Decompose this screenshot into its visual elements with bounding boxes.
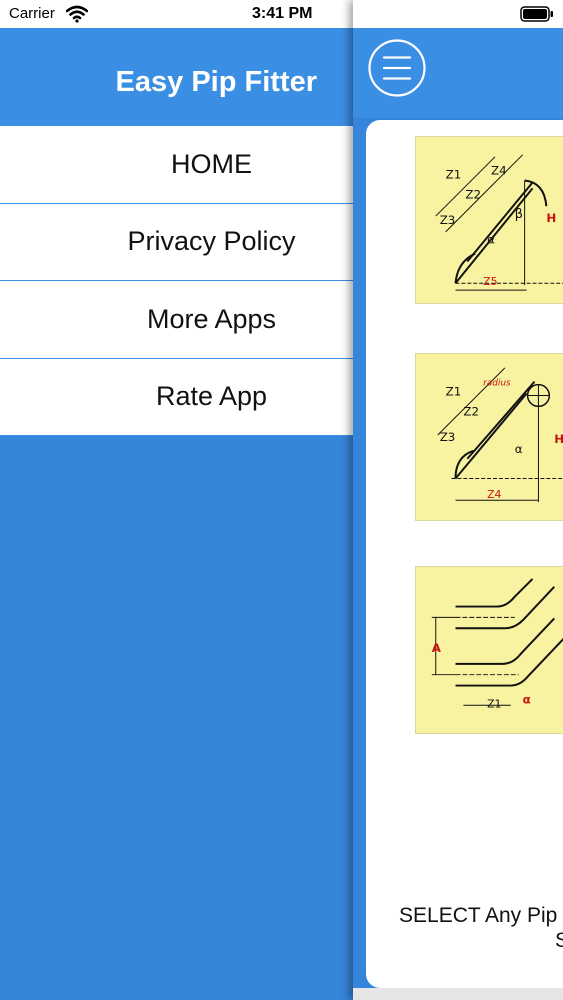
radius-offset-pipe-diagram-icon: Z1 radius Z2 Z3 α H Z4 [437, 367, 563, 503]
label-alpha: α [487, 233, 495, 247]
label-beta: β [515, 207, 523, 222]
pipe-diagram-1[interactable]: Z1 Z4 Z2 Z3 α β H Z5 [415, 136, 563, 304]
drawer-header: Easy Pip Fitter [0, 28, 353, 126]
status-time: 3:41 PM [252, 5, 313, 22]
main-nav-bar [353, 28, 563, 118]
instruction-text-continued: S [555, 929, 563, 952]
elbow-pipe-diagram-icon: A Z1 α [432, 578, 563, 710]
carrier-label: Carrier [9, 5, 55, 22]
label-h: H [554, 432, 563, 446]
label-z5: Z5 [483, 275, 497, 288]
label-z1: Z1 [446, 385, 462, 399]
label-a: A [432, 641, 442, 655]
menu-item-privacy-policy[interactable]: Privacy Policy [0, 203, 353, 281]
status-bar-right [353, 0, 563, 28]
label-z3: Z3 [440, 213, 456, 227]
label-h: H [546, 211, 556, 225]
drawer-menu: HOME Privacy Policy More Apps Rate App [0, 126, 353, 436]
menu-item-label: HOME [171, 148, 252, 179]
battery-icon [520, 6, 553, 22]
label-radius: radius [483, 379, 511, 389]
instruction-text: SELECT Any Pip [399, 904, 558, 927]
menu-item-more-apps[interactable]: More Apps [0, 281, 353, 359]
bottom-strip [353, 988, 563, 1000]
hamburger-menu-icon[interactable] [367, 38, 427, 98]
menu-item-label: Rate App [155, 381, 268, 412]
offset-pipe-diagram-icon: Z1 Z4 Z2 Z3 α β H Z5 [435, 154, 563, 291]
label-alpha: α [523, 692, 531, 706]
wifi-icon [66, 5, 88, 23]
menu-item-label: More Apps [146, 303, 277, 334]
label-z3: Z3 [440, 430, 456, 444]
menu-item-label: Privacy Policy [127, 226, 296, 257]
label-z4: Z4 [487, 488, 501, 501]
label-z1: Z1 [487, 697, 501, 710]
pipe-diagram-3[interactable]: A Z1 α [415, 566, 563, 734]
menu-item-rate-app[interactable]: Rate App [0, 358, 353, 436]
menu-item-home[interactable]: HOME [0, 126, 353, 204]
label-z2: Z2 [463, 404, 479, 418]
label-z1: Z1 [446, 168, 462, 182]
label-alpha: α [515, 442, 523, 456]
label-z2: Z2 [465, 187, 481, 201]
main-screen: Z1 Z4 Z2 Z3 α β H Z5 Z1 radius Z2 Z3 α Z… [353, 0, 563, 1000]
label-z4: Z4 [491, 164, 507, 178]
app-title: Easy Pip Fitter [115, 66, 317, 98]
side-drawer: Carrier 3:41 PM Easy Pip Fitter HOME Pri… [0, 0, 353, 1000]
status-bar-left: Carrier 3:41 PM [0, 0, 353, 28]
content-card: Z1 Z4 Z2 Z3 α β H Z5 Z1 radius Z2 Z3 α Z… [366, 120, 563, 988]
pipe-diagram-2[interactable]: Z1 radius Z2 Z3 α H Z4 [415, 353, 563, 521]
